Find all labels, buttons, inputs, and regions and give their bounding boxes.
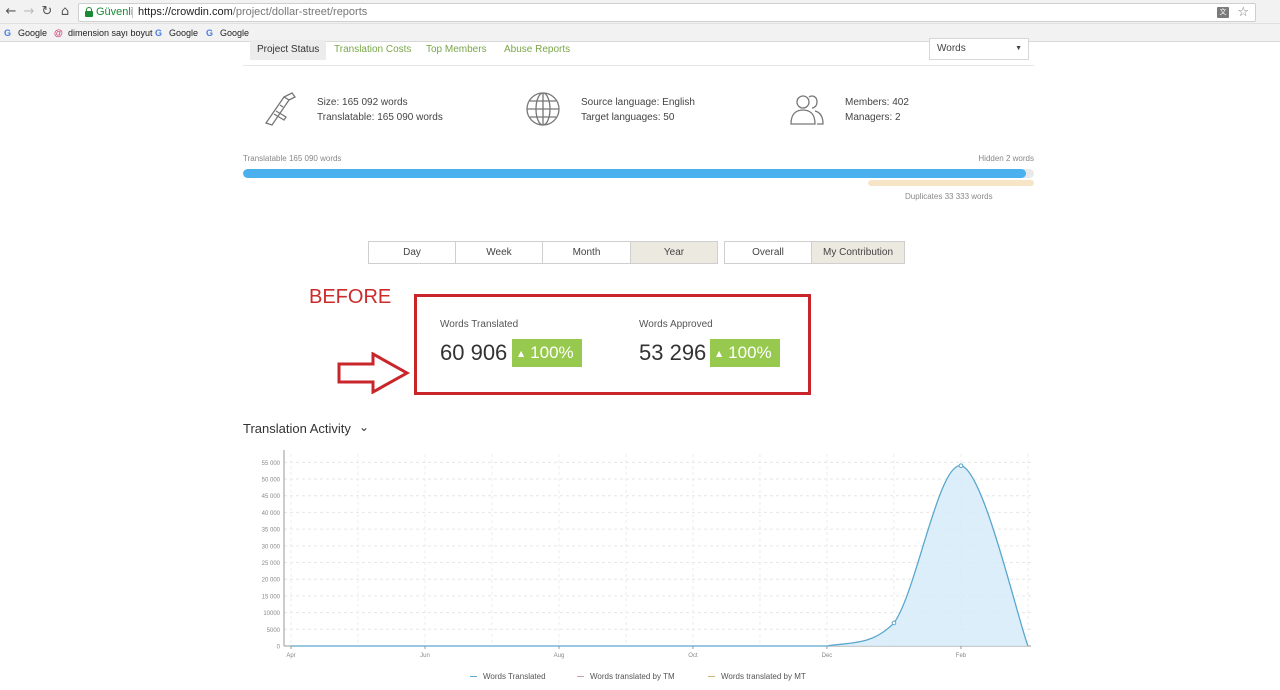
translation-activity-chart: 0 5000 10000 15 000 20 000 25 000 30 000 35 000… <box>262 450 1031 659</box>
translation-activity-title[interactable]: Translation Activity <box>243 421 351 436</box>
legend-words-translated: Words Translated <box>470 672 546 681</box>
tab-translation-costs[interactable]: Translation Costs <box>327 40 418 60</box>
translate-icon[interactable]: 文 <box>1217 7 1229 18</box>
y-tick-label: 5000 <box>267 628 281 634</box>
forward-icon[interactable]: → <box>21 4 37 20</box>
x-tick-label: Dec <box>822 653 833 659</box>
units-select[interactable]: Words ▼ <box>929 38 1029 60</box>
x-tick-label: Jun <box>420 653 430 659</box>
up-arrow-icon: ▲ <box>716 348 723 358</box>
tab-top-members[interactable]: Top Members <box>419 40 494 60</box>
series-area <box>291 465 1028 646</box>
legend-translated-by-tm: Words translated by TM <box>577 672 675 681</box>
legend-translated-by-mt: Words translated by MT <box>708 672 806 681</box>
period-year-button[interactable]: Year <box>630 241 718 264</box>
source-language-text: Source language: English <box>581 97 695 108</box>
hidden-words-label: Hidden 2 words <box>978 154 1034 163</box>
x-tick-label: Aug <box>554 653 565 659</box>
url-text: https://crowdin.com/project/dollar-stree… <box>138 6 368 18</box>
tab-abuse-reports[interactable]: Abuse Reports <box>497 40 577 60</box>
y-tick-label: 10000 <box>263 611 280 617</box>
google-icon: G <box>206 28 214 38</box>
url-divider <box>132 7 133 18</box>
y-tick-label: 20 000 <box>262 578 281 584</box>
google-icon: G <box>155 28 163 38</box>
words-translated-change-badge: ▲ 100% <box>512 339 582 367</box>
arrow-annotation-icon <box>337 352 411 394</box>
y-tick-label: 0 <box>277 645 281 651</box>
words-translated-label: Words Translated <box>440 319 519 330</box>
members-text: Members: 402 <box>845 97 909 108</box>
up-arrow-icon: ▲ <box>518 348 525 358</box>
translation-progress-bar <box>243 169 1034 178</box>
before-annotation: BEFORE <box>309 286 392 308</box>
y-tick-label: 35 000 <box>262 528 281 534</box>
legend-swatch <box>708 676 715 678</box>
duplicates-label: Duplicates 33 333 words <box>905 192 993 201</box>
language-stat: Source language: English Target language… <box>581 95 695 125</box>
bookmark-item[interactable]: @ dimension sayı boyut <box>54 27 153 39</box>
browser-address-bar: ← → ↻ ⌂ Güvenli https://crowdin.com/proj… <box>0 0 1280 24</box>
y-tick-label: 25 000 <box>262 561 281 567</box>
legend-swatch <box>577 676 584 678</box>
bookmark-item[interactable]: G Google <box>155 27 198 39</box>
scope-overall-button[interactable]: Overall <box>724 241 812 264</box>
url-field[interactable]: Güvenli https://crowdin.com/project/doll… <box>78 3 1256 22</box>
back-icon[interactable]: ← <box>3 4 19 20</box>
report-tabs: Project Status Translation Costs Top Mem… <box>243 38 1034 66</box>
managers-text: Managers: 2 <box>845 112 901 123</box>
bookmark-star-icon[interactable]: ☆ <box>1237 4 1249 21</box>
chevron-down-icon[interactable]: ⌄ <box>359 420 369 434</box>
y-tick-label: 55 000 <box>262 461 281 467</box>
words-approved-label: Words Approved <box>639 319 713 330</box>
globe-icon <box>526 92 560 126</box>
x-tick-label: Oct <box>688 653 698 659</box>
secure-label: Güvenli <box>96 6 134 18</box>
translation-progress-fill <box>243 169 1027 178</box>
x-tick-label: Feb <box>956 653 967 659</box>
google-icon: G <box>4 28 12 38</box>
data-point <box>891 620 897 626</box>
translatable-words-label: Translatable 165 090 words <box>243 154 342 163</box>
members-stat: Members: 402 Managers: 2 <box>845 95 909 125</box>
caliper-icon <box>264 92 296 126</box>
bookmark-item[interactable]: G Google <box>4 27 47 39</box>
translatable-text: Translatable: 165 090 words <box>317 112 443 123</box>
duplicates-bar <box>868 180 1034 186</box>
legend-swatch <box>470 676 477 678</box>
members-icon <box>790 95 824 125</box>
dropdown-caret-icon: ▼ <box>1015 45 1022 52</box>
y-tick-label: 15 000 <box>262 594 281 600</box>
words-approved-value: 53 296 <box>639 340 707 365</box>
y-tick-label: 50 000 <box>262 478 281 484</box>
period-day-button[interactable]: Day <box>368 241 456 264</box>
lock-icon <box>85 7 93 17</box>
target-languages-text: Target languages: 50 <box>581 112 675 123</box>
period-month-button[interactable]: Month <box>542 241 631 264</box>
tab-project-status[interactable]: Project Status <box>250 40 327 60</box>
swirl-icon: @ <box>54 28 63 38</box>
reload-icon[interactable]: ↻ <box>39 4 55 20</box>
period-week-button[interactable]: Week <box>455 241 543 264</box>
size-stat: Size: 165 092 words Translatable: 165 09… <box>317 95 443 125</box>
words-approved-change-badge: ▲ 100% <box>710 339 780 367</box>
y-tick-label: 45 000 <box>262 494 281 500</box>
data-point <box>958 463 964 468</box>
y-tick-label: 40 000 <box>262 511 281 517</box>
home-icon[interactable]: ⌂ <box>57 4 73 20</box>
x-tick-label: Apr <box>286 653 295 659</box>
scope-my-contribution-button[interactable]: My Contribution <box>811 241 905 264</box>
words-translated-value: 60 906 <box>440 340 508 365</box>
size-text: Size: 165 092 words <box>317 97 408 108</box>
y-tick-label: 30 000 <box>262 544 281 550</box>
